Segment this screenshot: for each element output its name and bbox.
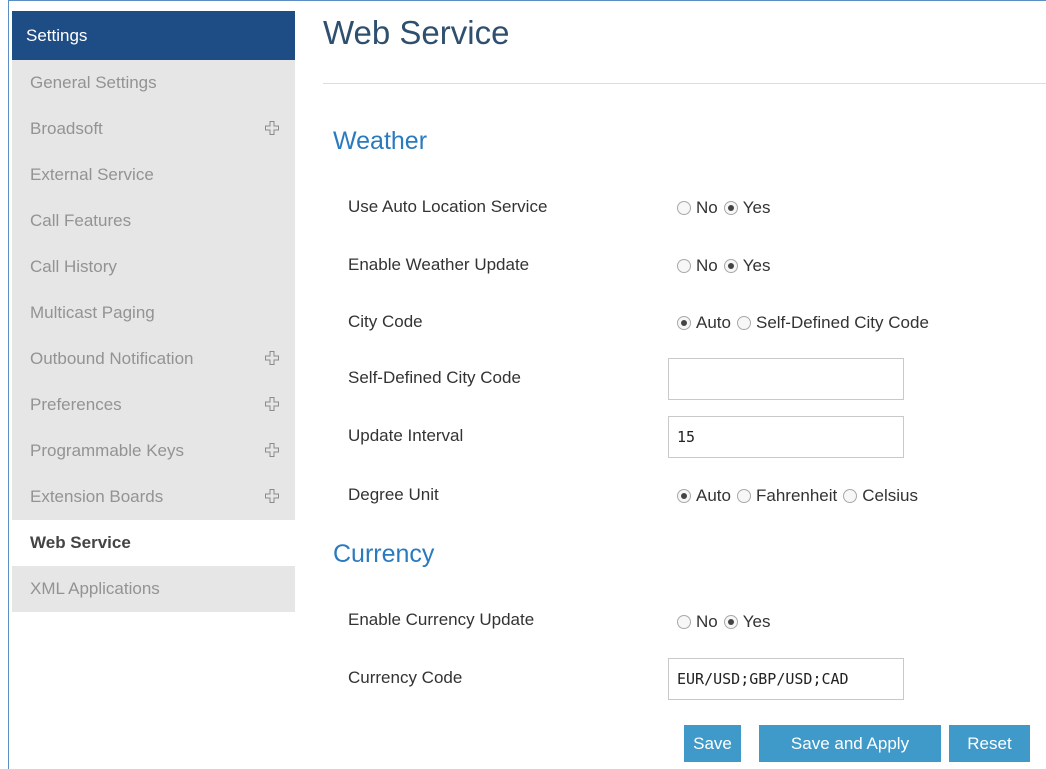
sidebar-item-label: Call Features <box>30 211 132 230</box>
degree-unit-option-label: Auto <box>696 486 731 505</box>
sidebar-item-label: Broadsoft <box>30 119 103 138</box>
sidebar-item-label: XML Applications <box>30 579 160 598</box>
sidebar: Settings General Settings Broadsoft Extern… <box>12 11 295 612</box>
sidebar-item-label: General Settings <box>30 73 157 92</box>
title-divider <box>323 83 1046 84</box>
degree-unit-radio-fahrenheit[interactable] <box>736 489 751 503</box>
window-border-top <box>8 0 1046 1</box>
page-title: Web Service <box>323 14 510 51</box>
sidebar-item-broadsoft[interactable]: Broadsoft <box>12 106 295 152</box>
self-defined-city-code-label: Self-Defined City Code <box>348 368 521 387</box>
currency-update-radio-no[interactable] <box>677 615 691 629</box>
save-button[interactable]: Save <box>684 725 741 762</box>
auto-location-label: Use Auto Location Service <box>348 197 548 216</box>
weather-update-radio-no[interactable] <box>677 259 691 273</box>
city-code-option-label: Self-Defined City Code <box>755 313 929 332</box>
plus-icon[interactable] <box>265 351 279 365</box>
currency-update-radio-yes[interactable] <box>723 615 738 629</box>
sidebar-item-programmable-keys[interactable]: Programmable Keys <box>12 428 295 474</box>
sidebar-item-label: Multicast Paging <box>30 303 155 322</box>
currency-update-option-label: No <box>696 612 718 631</box>
currency-code-label: Currency Code <box>348 668 463 687</box>
sidebar-item-label: Outbound Notification <box>30 349 194 368</box>
currency-code-input[interactable] <box>668 658 904 700</box>
degree-unit-option-label: Celsius <box>862 486 919 505</box>
sidebar-item-label: External Service <box>30 165 154 184</box>
plus-icon[interactable] <box>265 121 279 135</box>
degree-unit-option-label: Fahrenheit <box>755 486 838 505</box>
sidebar-item-general-settings[interactable]: General Settings <box>12 60 295 106</box>
auto-location-radio-group: No Yes <box>677 198 776 218</box>
sidebar-item-web-service[interactable]: Web Service <box>12 520 295 566</box>
currency-section-title: Currency <box>333 540 435 568</box>
auto-location-radio-no[interactable] <box>677 201 691 215</box>
plus-icon[interactable] <box>265 489 279 503</box>
city-code-label: City Code <box>348 312 423 331</box>
currency-update-radio-group: No Yes <box>677 612 776 632</box>
weather-update-option-label: Yes <box>742 256 771 275</box>
sidebar-item-external-service[interactable]: External Service <box>12 152 295 198</box>
sidebar-item-label: Web Service <box>30 533 131 552</box>
auto-location-radio-yes[interactable] <box>723 201 738 215</box>
weather-update-radio-group: No Yes <box>677 256 776 276</box>
weather-update-label: Enable Weather Update <box>348 255 530 274</box>
sidebar-item-outbound-notification[interactable]: Outbound Notification <box>12 336 295 382</box>
sidebar-item-call-features[interactable]: Call Features <box>12 198 295 244</box>
sidebar-item-label: Preferences <box>30 395 122 414</box>
update-interval-label: Update Interval <box>348 426 464 445</box>
degree-unit-label: Degree Unit <box>348 485 439 504</box>
city-code-radio-group: Auto Self-Defined City Code <box>677 313 935 333</box>
sidebar-item-multicast-paging[interactable]: Multicast Paging <box>12 290 295 336</box>
sidebar-list: General Settings Broadsoft External Servic… <box>12 60 295 612</box>
save-and-apply-button[interactable]: Save and Apply <box>759 725 941 762</box>
weather-update-radio-yes[interactable] <box>723 259 738 273</box>
plus-icon[interactable] <box>265 443 279 457</box>
auto-location-option-label: No <box>696 198 718 217</box>
window-border-left <box>8 0 9 769</box>
auto-location-option-label: Yes <box>742 198 771 217</box>
sidebar-item-label: Programmable Keys <box>30 441 185 460</box>
city-code-radio-auto[interactable] <box>677 316 691 330</box>
currency-update-option-label: Yes <box>742 612 771 631</box>
degree-unit-radio-auto[interactable] <box>677 489 691 503</box>
sidebar-item-xml-applications[interactable]: XML Applications <box>12 566 295 612</box>
weather-section-title: Weather <box>333 127 428 155</box>
weather-update-option-label: No <box>696 256 718 275</box>
update-interval-input[interactable] <box>668 416 904 458</box>
currency-update-label: Enable Currency Update <box>348 610 535 629</box>
sidebar-item-preferences[interactable]: Preferences <box>12 382 295 428</box>
city-code-radio-self-defined-city-code[interactable] <box>736 316 751 330</box>
degree-unit-radio-celsius[interactable] <box>843 489 858 503</box>
reset-button[interactable]: Reset <box>949 725 1030 762</box>
city-code-option-label: Auto <box>696 313 731 332</box>
degree-unit-radio-group: Auto Fahrenheit Celsius <box>677 486 924 506</box>
sidebar-item-label: Call History <box>30 257 117 276</box>
plus-icon[interactable] <box>265 397 279 411</box>
sidebar-item-call-history[interactable]: Call History <box>12 244 295 290</box>
sidebar-item-label: Extension Boards <box>30 487 164 506</box>
sidebar-header: Settings <box>12 11 295 60</box>
self-defined-city-code-input[interactable] <box>668 358 904 400</box>
sidebar-item-extension-boards[interactable]: Extension Boards <box>12 474 295 520</box>
